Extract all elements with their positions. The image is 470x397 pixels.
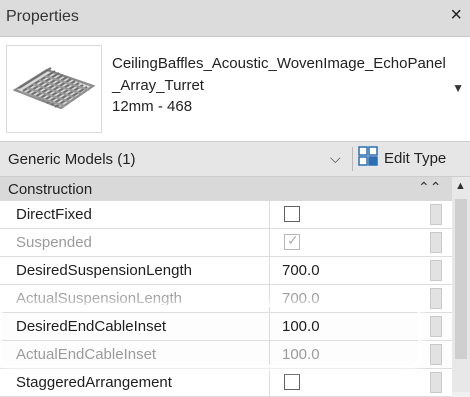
type-name: CeilingBaffles_Acoustic_WovenImage_EchoP… (112, 55, 446, 94)
property-value-input[interactable]: 100.0 (274, 313, 428, 340)
group-header-construction[interactable]: Construction ⌃⌃ (0, 177, 452, 201)
properties-palette: Properties × CeilingBaffles_Acoustic_Wov… (0, 0, 470, 397)
property-row[interactable]: StaggeredArrangement (0, 369, 452, 397)
edit-type-label: Edit Type (384, 149, 447, 167)
property-row: ActualSuspensionLength 700.0 (0, 285, 452, 313)
directfixed-checkbox[interactable] (284, 206, 300, 222)
scroll-up-icon[interactable]: ▲ (455, 180, 466, 192)
property-row: Suspended ✓ (0, 229, 452, 257)
property-name: DesiredEndCableInset (0, 313, 270, 340)
row-gutter (430, 232, 442, 253)
property-name: ActualEndCableInset (0, 341, 270, 368)
chevron-down-icon[interactable]: ⌵ (330, 150, 341, 167)
palette-title: Properties (6, 8, 79, 25)
property-name: DirectFixed (0, 201, 270, 228)
scrollbar[interactable]: ▲ (452, 177, 470, 392)
property-name: Suspended (0, 229, 270, 256)
checkmark-icon: ✓ (287, 232, 299, 248)
category-label: Generic Models (1) (8, 151, 136, 168)
row-gutter (430, 204, 442, 225)
row-gutter (430, 288, 442, 309)
row-gutter (430, 344, 442, 365)
row-gutter (430, 316, 442, 337)
close-icon[interactable]: × (450, 4, 462, 27)
property-row[interactable]: DesiredEndCableInset 100.0 (0, 313, 452, 341)
row-gutter (430, 260, 442, 281)
group-label: Construction (8, 181, 93, 198)
property-value-input[interactable]: 700.0 (274, 257, 428, 284)
staggered-arrangement-checkbox[interactable] (284, 374, 300, 390)
property-row[interactable]: DirectFixed (0, 201, 452, 229)
property-row: ActualEndCableInset 100.0 (0, 341, 452, 369)
property-value: 700.0 (282, 290, 320, 307)
properties-grid: DirectFixed Suspended ✓ DesiredSuspensio… (0, 201, 452, 397)
title-bar: Properties × (0, 0, 470, 37)
edit-type-button[interactable]: Edit Type (358, 145, 446, 171)
type-selector[interactable]: CeilingBaffles_Acoustic_WovenImage_EchoP… (0, 37, 470, 142)
collapse-icon[interactable]: ⌃⌃ (418, 179, 441, 196)
type-dropdown-icon[interactable]: ▼ (452, 81, 464, 95)
property-name: DesiredSuspensionLength (0, 257, 270, 284)
woven-baffle-thumbnail-icon (6, 45, 102, 133)
edit-type-icon (358, 145, 378, 171)
type-size: 12mm - 468 (112, 98, 193, 115)
property-row[interactable]: DesiredSuspensionLength 700.0 (0, 257, 452, 285)
property-value: 100.0 (282, 346, 320, 363)
row-gutter (430, 372, 442, 393)
category-filter[interactable]: Generic Models (1) ⌵ Edit Type (0, 142, 470, 177)
suspended-checkbox: ✓ (284, 232, 300, 250)
scrollbar-thumb[interactable] (455, 199, 467, 359)
divider (352, 147, 353, 171)
property-name: ActualSuspensionLength (0, 285, 270, 312)
